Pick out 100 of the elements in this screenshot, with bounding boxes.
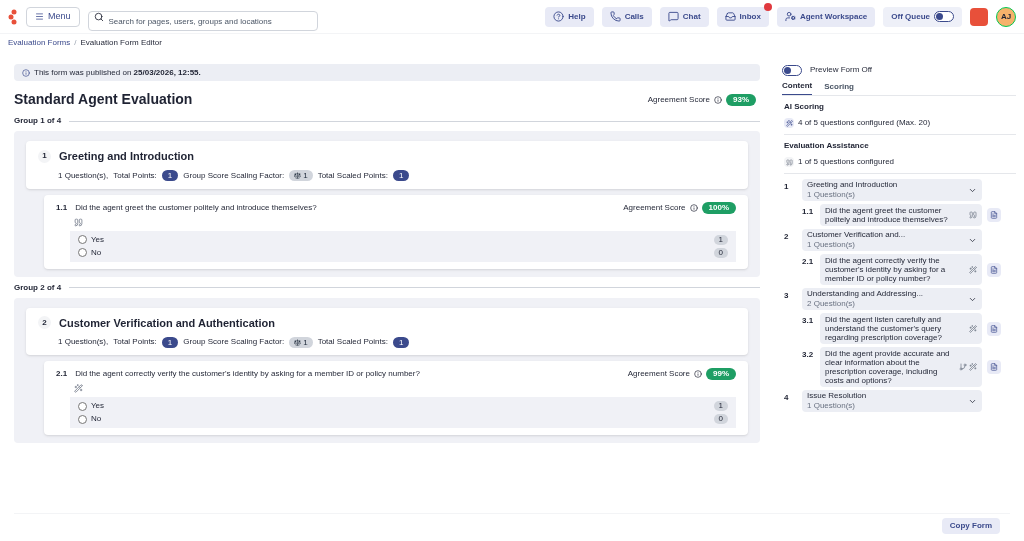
agreement-score: 100%: [701, 201, 736, 214]
chat-icon: [667, 11, 679, 22]
radio-button[interactable]: [78, 414, 87, 424]
outline-number: 2: [784, 231, 790, 243]
outline-number: 3.2: [801, 349, 815, 361]
option-label: No: [91, 413, 102, 425]
question-text: Did the agent correctly verify the customer's identity by asking for a member ID or policy number?: [75, 368, 420, 380]
toolbar-button[interactable]: Calls: [601, 6, 652, 27]
points-pill: 1: [161, 336, 179, 348]
wand-icon: [784, 118, 794, 128]
option-points: 1: [713, 401, 728, 411]
agreement-score: 93%: [726, 93, 756, 106]
section-title: AI Scoring: [784, 101, 825, 113]
document-button[interactable]: [987, 321, 1001, 336]
points-label: Total Points:: [113, 169, 157, 182]
ai-scoring-text: 4 of 5 questions configured (Max. 20): [798, 117, 931, 129]
info-icon: [689, 203, 698, 212]
document-button[interactable]: [987, 262, 1001, 277]
outline-number: 4: [784, 392, 790, 404]
scaling-pill: 1: [289, 336, 313, 348]
scaled-label: Total Scaled Points:: [317, 336, 388, 348]
outline-group-title: Customer Verification and...: [807, 230, 906, 240]
toolbar-button[interactable]: Chat: [659, 6, 709, 27]
outline-group[interactable]: Understanding and Addressing... 2 Question(s): [802, 288, 982, 310]
group-title: Customer Verification and Authentication: [59, 315, 275, 331]
toggle-switch[interactable]: [934, 11, 954, 22]
outline-group[interactable]: Issue Resolution 1 Question(s): [802, 390, 982, 412]
outline-number: 1: [784, 181, 790, 193]
section-title: Evaluation Assistance: [784, 140, 870, 152]
option-points: 0: [713, 247, 728, 258]
radio-button[interactable]: [78, 401, 87, 411]
breadcrumb-separator: /: [74, 37, 77, 49]
group-title: Greeting and Introduction: [59, 149, 195, 164]
outline-number: 3.1: [801, 315, 815, 327]
points-label: Total Points:: [113, 336, 157, 348]
toolbar-button[interactable]: Help: [545, 6, 594, 27]
outline-group-title: Greeting and Introduction: [807, 180, 898, 190]
outline-question-text: Did the agent listen carefully and understand the customer's query regarding prescription coverage?: [825, 315, 943, 342]
preview-label: Preview Form Off: [810, 64, 873, 76]
agreement-score: 99%: [706, 368, 736, 380]
agreement-label: Agreement Score: [627, 368, 690, 380]
group-label: Group 1 of 4: [14, 115, 62, 127]
sidebar-tab[interactable]: Content: [782, 78, 813, 95]
outline-group-title: Understanding and Addressing...: [807, 289, 924, 299]
outline-group-count: 2 Question(s): [807, 299, 857, 309]
outline-group-title: Issue Resolution: [807, 391, 867, 401]
outline-number: 1.1: [801, 206, 815, 218]
outline-group-count: 1 Question(s): [807, 401, 857, 411]
form-title: Standard Agent Evaluation: [14, 90, 193, 109]
option-label: No: [91, 246, 102, 259]
option-points: 0: [713, 414, 728, 424]
document-button[interactable]: [987, 208, 1001, 222]
group-number: 2: [38, 316, 51, 330]
question-number: 1.1: [56, 201, 68, 214]
breadcrumb-link[interactable]: Evaluation Forms: [8, 37, 71, 49]
option-label: Yes: [91, 233, 105, 246]
copy-form-button[interactable]: Copy Form: [941, 517, 1000, 534]
info-icon: [714, 95, 722, 104]
outline-group[interactable]: Customer Verification and... 1 Question(s): [802, 229, 982, 251]
agreement-label: Agreement Score: [623, 201, 686, 214]
outline-question[interactable]: Did the agent provide accurate and clear information about the prescription coverage, including costs and options?: [820, 347, 982, 387]
banner-text: This form was published on 25/03/2026, 12:55.: [34, 66, 201, 79]
toolbar-button[interactable]: Agent Workspace: [776, 6, 876, 27]
app-tile-icon: [970, 7, 988, 26]
inbox-icon: [724, 11, 736, 22]
scaling-label: Group Score Scaling Factor:: [183, 336, 285, 348]
wand-icon: [969, 363, 977, 371]
toolbar-button[interactable]: Inbox: [716, 6, 769, 27]
breadcrumb-current: Evaluation Form Editor: [80, 37, 162, 49]
outline-question[interactable]: Did the agent correctly verify the customer's identity by asking for a member ID or policy number?: [820, 254, 982, 285]
scaling-label: Group Score Scaling Factor:: [183, 169, 285, 182]
outline-group[interactable]: Greeting and Introduction 1 Question(s): [802, 179, 982, 201]
info-icon: [694, 370, 702, 378]
quote-icon: [74, 217, 83, 227]
search-icon: [93, 11, 104, 22]
document-button[interactable]: [987, 360, 1001, 374]
info-icon: [22, 68, 30, 77]
radio-button[interactable]: [78, 248, 87, 257]
phone-icon: [609, 11, 621, 22]
outline-question-text: Did the agent greet the customer politely and introduce themselves?: [825, 206, 949, 224]
branch-icon: [959, 363, 967, 371]
question-count: 1 Question(s),: [58, 169, 109, 182]
assistance-text: 1 of 5 questions configured: [798, 156, 895, 168]
scale-icon: [294, 172, 302, 179]
wand-icon: [74, 384, 83, 393]
outline-question-text: Did the agent provide accurate and clear information about the prescription coverage, including costs and options?: [825, 349, 951, 385]
search-field[interactable]: Search for pages, users, groups and locations: [87, 11, 318, 31]
scaling-pill: 1: [289, 170, 313, 181]
user-avatar[interactable]: AJ: [996, 6, 1016, 27]
outline-number: 3: [784, 290, 790, 302]
scale-icon: [294, 338, 302, 346]
toggle-switch[interactable]: [782, 64, 802, 76]
radio-button[interactable]: [78, 235, 87, 244]
option-points: 1: [713, 234, 728, 245]
outline-group-count: 1 Question(s): [807, 190, 857, 200]
outline-question[interactable]: Did the agent greet the customer politely and introduce themselves?: [820, 204, 982, 226]
sidebar-tab[interactable]: Scoring: [824, 78, 854, 95]
menu-button[interactable]: Menu: [26, 6, 80, 27]
queue-status[interactable]: Off Queue: [883, 6, 962, 27]
outline-question[interactable]: Did the agent listen carefully and understand the customer's query regarding prescription coverage?: [820, 313, 982, 344]
